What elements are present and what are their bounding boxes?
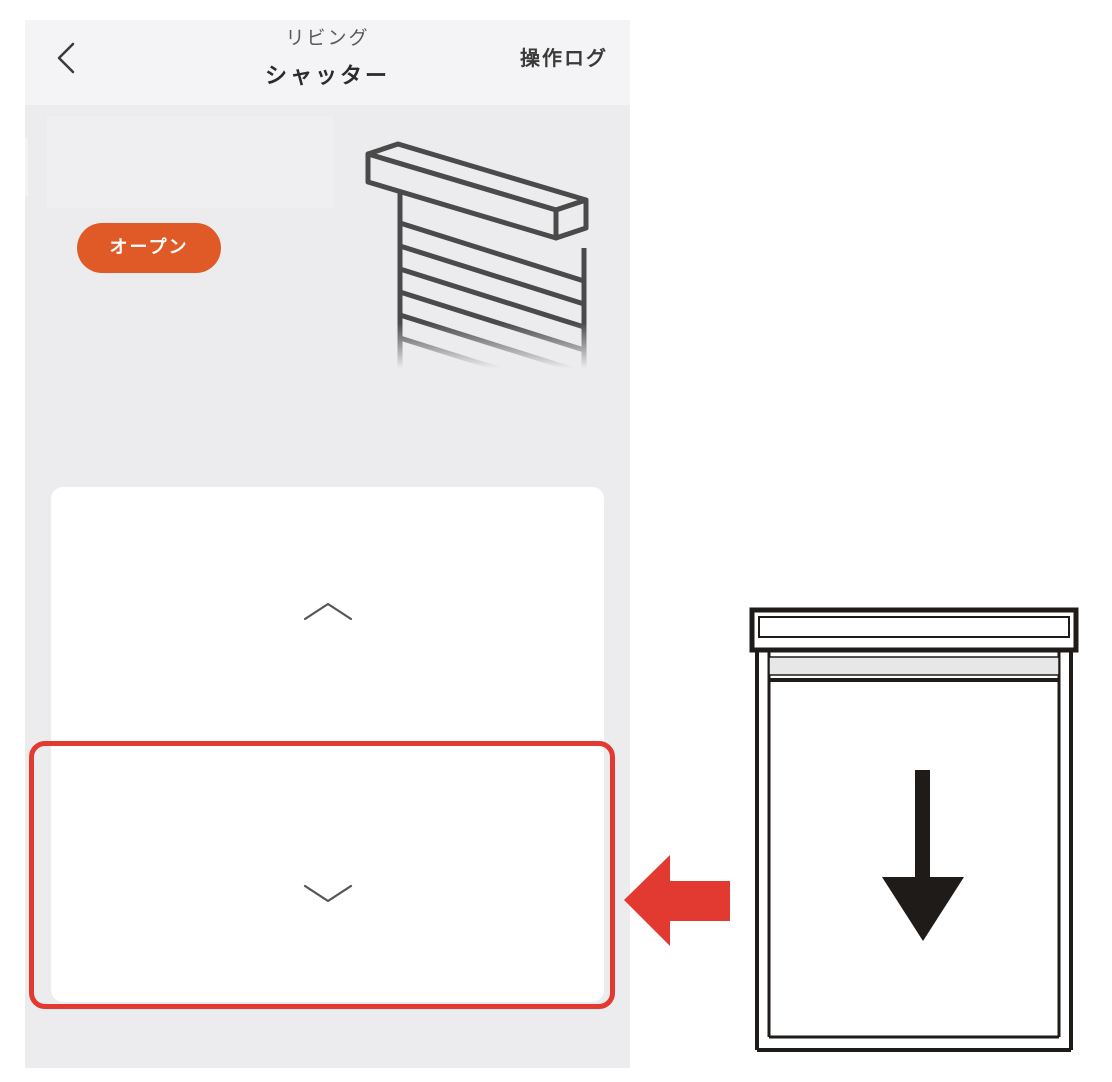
left-edge-strip — [25, 138, 28, 196]
chevron-up-icon — [303, 602, 353, 621]
blank-panel — [47, 116, 333, 208]
physical-down-switch-icon — [749, 607, 1079, 1052]
shutter-illustration-icon — [360, 141, 630, 368]
open-up-button[interactable] — [51, 487, 604, 742]
highlight-frame — [29, 741, 615, 1009]
arrow-left-icon — [624, 855, 730, 946]
status-badge: オープン — [77, 223, 221, 273]
header-bar: リビング シャッター 操作ログ — [25, 20, 630, 105]
operation-log-link[interactable]: 操作ログ — [520, 42, 608, 71]
